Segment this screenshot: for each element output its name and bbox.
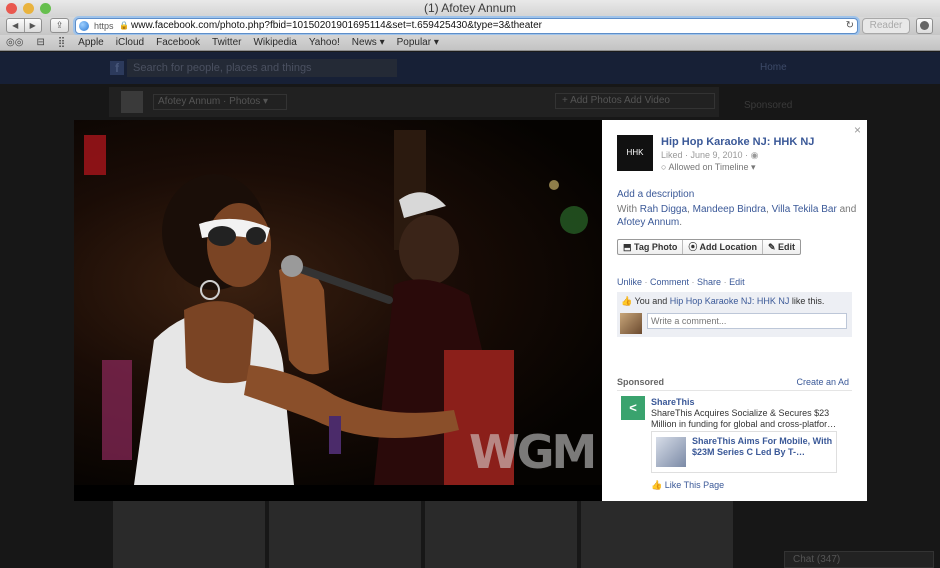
- bookmark-popular[interactable]: Popular ▾: [397, 37, 439, 48]
- ad-divider: [617, 390, 852, 391]
- page-avatar[interactable]: HHK: [617, 135, 653, 171]
- photo-info-panel: × HHK Hip Hop Karaoke NJ: HHK NJ Liked ·…: [602, 120, 867, 501]
- edit-button[interactable]: ✎ Edit: [762, 240, 800, 254]
- avatar: [620, 313, 642, 334]
- bookmark-apple[interactable]: Apple: [78, 37, 104, 48]
- edit-link[interactable]: Edit: [729, 277, 745, 287]
- url-text[interactable]: www.facebook.com/photo.php?fbid=10150201…: [131, 19, 542, 33]
- photo-thumbnail[interactable]: [113, 500, 265, 568]
- with-prefix: With: [617, 204, 640, 215]
- globe-icon: [79, 21, 89, 31]
- sharethis-logo-icon[interactable]: <: [621, 396, 645, 420]
- close-window-button[interactable]: [6, 3, 17, 14]
- reading-list-icon[interactable]: ◎◎: [6, 37, 23, 48]
- like-comment-box: 👍 You and Hip Hop Karaoke NJ: HHK NJ lik…: [617, 292, 852, 337]
- ad-card-title[interactable]: ShareThis Aims For Mobile, With $23M Ser…: [692, 436, 834, 458]
- profile-photos-dropdown[interactable]: Afotey Annum · Photos ▾: [153, 94, 287, 110]
- ad-text[interactable]: ShareThis Acquires Socialize & Secures $…: [651, 408, 854, 430]
- reload-icon[interactable]: ↻: [846, 19, 854, 33]
- timeline-visibility-dropdown[interactable]: ○ Allowed on Timeline ▾: [661, 162, 756, 173]
- page-name-link[interactable]: Hip Hop Karaoke NJ: HHK NJ: [661, 136, 814, 148]
- photo-action-bar: ⬒ Tag Photo ⦿ Add Location ✎ Edit: [617, 239, 802, 255]
- add-location-button[interactable]: ⦿ Add Location: [682, 240, 762, 254]
- bookmarks-book-icon[interactable]: ⊟: [36, 37, 44, 48]
- thumbs-up-icon: 👍: [651, 480, 663, 490]
- bookmark-wikipedia[interactable]: Wikipedia: [253, 37, 296, 48]
- window-titlebar: (1) Afotey Annum: [0, 0, 940, 17]
- minimize-window-button[interactable]: [23, 3, 34, 14]
- reader-button[interactable]: Reader: [862, 18, 910, 34]
- like-page-link[interactable]: Hip Hop Karaoke NJ: HHK NJ: [670, 296, 790, 306]
- bookmark-yahoo[interactable]: Yahoo!: [309, 37, 340, 48]
- sponsored-label: Sponsored: [617, 377, 665, 387]
- thumbs-up-icon: 👍: [621, 296, 633, 306]
- unlike-link[interactable]: Unlike: [617, 277, 642, 287]
- add-description-link[interactable]: Add a description: [617, 189, 694, 200]
- ufi-links: Unlike · Comment · Share · Edit: [617, 277, 745, 287]
- facebook-logo-icon[interactable]: f: [110, 61, 124, 75]
- liked-date: Liked · June 9, 2010 · ◉: [661, 150, 758, 161]
- concert-photo[interactable]: WGM: [74, 120, 602, 485]
- back-arrow-icon[interactable]: ◀: [7, 19, 24, 32]
- download-icon: [920, 21, 929, 30]
- like-this-page-label: Like This Page: [664, 480, 725, 490]
- window-title: (1) Afotey Annum: [423, 1, 517, 15]
- profile-thumbnail: [121, 91, 143, 113]
- add-media-buttons[interactable]: + Add Photos Add Video: [555, 93, 715, 109]
- zoom-window-button[interactable]: [40, 3, 51, 14]
- and-word: and: [836, 204, 857, 215]
- ad-card[interactable]: ShareThis Aims For Mobile, With $23M Ser…: [651, 431, 837, 473]
- tagged-people: With Rah Digga, Mandeep Bindra, Villa Te…: [617, 204, 857, 228]
- ad-card-image: [656, 437, 686, 467]
- bookmark-news[interactable]: News ▾: [352, 37, 385, 48]
- photo-thumbnail[interactable]: [269, 500, 421, 568]
- url-scheme: https: [94, 21, 114, 31]
- tag-photo-button[interactable]: ⬒ Tag Photo: [618, 240, 682, 254]
- close-icon[interactable]: ×: [854, 123, 861, 137]
- browser-toolbar: ◀ ▶ ⇪ https 🔒 www.facebook.com/photo.php…: [0, 17, 940, 35]
- comment-link[interactable]: Comment: [650, 277, 689, 287]
- like-this-page-link[interactable]: 👍 Like This Page: [651, 480, 724, 491]
- comment-input[interactable]: Write a comment...: [647, 313, 847, 329]
- tag-villa-tekila-bar[interactable]: Villa Tekila Bar: [772, 204, 837, 215]
- lock-icon: 🔒: [119, 21, 129, 30]
- top-sites-grid-icon[interactable]: ⣿: [58, 37, 65, 48]
- nav-buttons: ◀ ▶: [6, 18, 42, 33]
- facebook-blue-bar: f Search for people, places and things H…: [0, 52, 940, 84]
- share-icon[interactable]: ⇪: [50, 18, 69, 33]
- liked-date-text: Liked · June 9, 2010 ·: [661, 150, 751, 160]
- address-bar[interactable]: https 🔒 www.facebook.com/photo.php?fbid=…: [75, 18, 858, 34]
- share-link[interactable]: Share: [697, 277, 721, 287]
- like-summary: 👍 You and Hip Hop Karaoke NJ: HHK NJ lik…: [621, 296, 824, 307]
- home-link[interactable]: Home: [760, 62, 787, 73]
- photo-stage: WGM: [74, 120, 602, 501]
- tag-mandeep-bindra[interactable]: Mandeep Bindra: [693, 204, 766, 215]
- sidebar-sponsored-label: Sponsored: [744, 100, 793, 111]
- like-suffix: like this.: [789, 296, 825, 306]
- tag-afotey-annum[interactable]: Afotey Annum: [617, 217, 679, 228]
- photo-thumbnails-grid: [113, 500, 733, 568]
- like-prefix: You and: [634, 296, 670, 306]
- bookmark-twitter[interactable]: Twitter: [212, 37, 241, 48]
- chat-bar[interactable]: Chat (347): [784, 551, 934, 568]
- downloads-button[interactable]: [916, 18, 933, 34]
- photo-thumbnail[interactable]: [425, 500, 577, 568]
- create-ad-link[interactable]: Create an Ad: [796, 377, 849, 387]
- photo-thumbnail[interactable]: [581, 500, 733, 568]
- facebook-search-input[interactable]: Search for people, places and things: [127, 59, 397, 77]
- photo-watermark: WGM: [469, 425, 597, 479]
- tag-rah-digga[interactable]: Rah Digga: [640, 204, 687, 215]
- bookmark-icloud[interactable]: iCloud: [116, 37, 144, 48]
- ad-title-link[interactable]: ShareThis: [651, 397, 695, 407]
- bookmarks-bar: ◎◎ ⊟ ⣿ Apple iCloud Facebook Twitter Wik…: [0, 35, 940, 51]
- profile-header: Afotey Annum · Photos ▾ + Add Photos Add…: [109, 87, 719, 117]
- bookmark-facebook[interactable]: Facebook: [156, 37, 200, 48]
- public-globe-icon: ◉: [750, 150, 759, 160]
- forward-arrow-icon[interactable]: ▶: [23, 19, 42, 32]
